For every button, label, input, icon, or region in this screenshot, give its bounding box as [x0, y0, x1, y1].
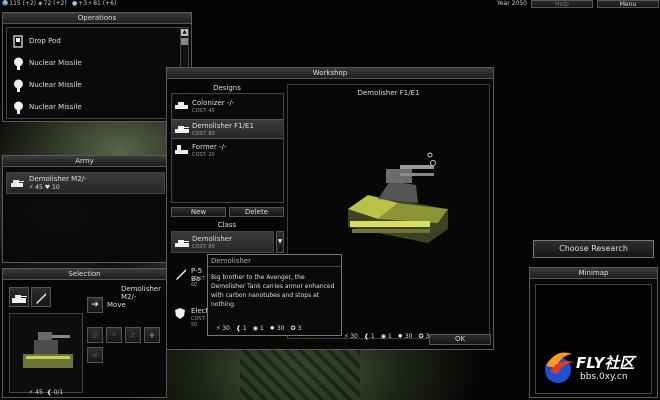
- resource-bar: ☻115 (+2) ◈72 (+2) ●+3 ⚡81 (+6) Year 205…: [0, 0, 660, 8]
- tooltip-divider: [208, 266, 341, 267]
- guard-icon[interactable]: ◎: [87, 327, 103, 343]
- tank-icon: [175, 124, 189, 134]
- armor-icon: [174, 307, 186, 320]
- count-icon: ❰: [46, 389, 52, 396]
- class-tooltip: Demolisher Big brother to the Avenger, t…: [207, 254, 342, 336]
- tank-portrait: [23, 332, 73, 368]
- former-icon: [175, 144, 188, 155]
- resource-power: ⚡81 (+6): [88, 0, 117, 7]
- tooltip-title: Demolisher: [211, 257, 251, 265]
- sight-icon: ◉: [380, 333, 386, 340]
- move-icon[interactable]: ➜: [87, 297, 103, 313]
- attack-icon: ⚡: [344, 333, 349, 340]
- shield-icon[interactable]: ◆: [144, 327, 160, 343]
- resource-metal: ◈72 (+2): [38, 0, 67, 7]
- selection-title: Selection: [3, 269, 166, 280]
- drop-pod-icon: [11, 34, 25, 48]
- menu-button[interactable]: Menu: [597, 0, 659, 8]
- people-icon: ☻: [2, 0, 9, 7]
- colonizer-icon: [175, 101, 188, 110]
- design-item[interactable]: Colonizer -/- COST: 45: [172, 97, 283, 117]
- operations-title: Operations: [3, 13, 191, 24]
- resource-energy: ●+3: [72, 0, 88, 7]
- weapon-slot[interactable]: P-5 Ba COST: 60: [171, 264, 211, 288]
- operation-item[interactable]: Nuclear Missile: [7, 98, 188, 116]
- cost-icon: ✪: [290, 325, 296, 332]
- speed-icon: ❰: [235, 325, 241, 332]
- speed-icon: ⚡: [29, 389, 34, 396]
- selection-panel: Selection ➜ Move Demolisher M2/- ◎ ✧ z ◆…: [2, 268, 167, 398]
- preview-title: Demolisher F1/E1: [357, 89, 420, 97]
- tank-icon: [175, 238, 189, 248]
- armor-slot[interactable]: Electr COST: 50: [171, 304, 211, 328]
- speed-icon: ❰: [363, 333, 369, 340]
- tooltip-description: Big brother to the Avenger, the Demolish…: [211, 274, 335, 308]
- help-button[interactable]: Help: [531, 0, 593, 8]
- selected-unit-portrait: [9, 313, 83, 393]
- operation-item[interactable]: Drop Pod: [7, 32, 188, 50]
- preview-stats: ⚡ 30 ❰ 1 ◉ 1 ✹ 30 ✪ 3: [344, 333, 430, 340]
- missile-icon: [36, 293, 46, 304]
- tank-icon: [10, 177, 24, 189]
- workshop-title: Workshop: [167, 68, 493, 79]
- operations-list: Drop Pod Nuclear Missile Nuclear Missile…: [6, 27, 189, 119]
- design-item[interactable]: Former -/- COST: 20: [172, 141, 283, 161]
- watermark-url: bbs.0xy.cn: [580, 372, 628, 382]
- class-dropdown-chevron-icon[interactable]: ▼: [276, 231, 284, 253]
- scroll-thumb[interactable]: [181, 38, 188, 45]
- tooltip-stats: ⚡ 30 ❰ 1 ◉ 1 ✹ 30 ✪ 3: [216, 325, 302, 332]
- new-design-button[interactable]: New: [171, 207, 226, 217]
- year-label: Year 2050: [497, 0, 527, 7]
- tank-icon: [12, 295, 27, 303]
- designs-list: Colonizer -/- COST: 45 Demolisher F1/E1 …: [171, 93, 284, 203]
- design-item-selected[interactable]: Demolisher F1/E1 COST: 80: [172, 119, 283, 139]
- attack-icon[interactable]: ✧: [106, 327, 122, 343]
- choose-research-button[interactable]: Choose Research: [533, 240, 654, 258]
- select-tank-button[interactable]: [9, 287, 29, 307]
- army-title: Army: [3, 156, 166, 167]
- nuclear-icon: [11, 56, 25, 70]
- speed-icon: ⚡: [29, 184, 34, 191]
- health-icon: ♥: [44, 184, 51, 191]
- operations-panel: Operations Drop Pod Nuclear Missile Nucl…: [2, 12, 192, 122]
- armor-icon: ✹: [269, 325, 275, 332]
- tank-3d-preview: [348, 152, 448, 243]
- class-selector[interactable]: Demolisher COST: 80: [171, 231, 274, 253]
- power-icon: ⚡: [88, 0, 93, 7]
- armor-icon: ✹: [397, 333, 403, 340]
- action-area: ➜ Move Demolisher M2/- ◎ ✧ z ◆ ☠: [87, 285, 163, 377]
- sight-icon: ◉: [252, 325, 258, 332]
- watermark-logo: FLY社区 bbs.0xy.cn: [536, 340, 658, 398]
- nuclear-icon: [11, 78, 25, 92]
- watermark-brand: FLY社区: [576, 354, 635, 372]
- nuclear-icon: [11, 100, 25, 114]
- attack-icon: ⚡: [216, 325, 221, 332]
- scroll-up-icon[interactable]: ▲: [181, 29, 188, 36]
- fly-logo-icon: [545, 352, 574, 383]
- resource-people: ☻115 (+2): [2, 0, 37, 7]
- energy-icon: ●: [72, 0, 78, 7]
- minimap-title: Minimap: [530, 268, 657, 279]
- cost-icon: ✪: [418, 333, 424, 340]
- operation-item[interactable]: Nuclear Missile: [7, 76, 188, 94]
- metal-icon: ◈: [38, 0, 43, 7]
- operation-item[interactable]: Nuclear Missile: [7, 54, 188, 72]
- class-title: Class: [217, 221, 237, 229]
- skull-icon[interactable]: ☠: [87, 347, 103, 363]
- army-panel: Army Demolisher M2/- ⚡ 45 ♥ 10: [2, 155, 167, 263]
- select-weapon-button[interactable]: [31, 287, 51, 307]
- ok-button[interactable]: OK: [429, 334, 491, 345]
- delete-design-button[interactable]: Delete: [229, 207, 284, 217]
- sleep-icon[interactable]: z: [125, 327, 141, 343]
- designs-title: Designs: [213, 84, 241, 92]
- army-unit-item[interactable]: Demolisher M2/- ⚡ 45 ♥ 10: [6, 172, 165, 194]
- rocket-weapon-icon: [174, 267, 188, 281]
